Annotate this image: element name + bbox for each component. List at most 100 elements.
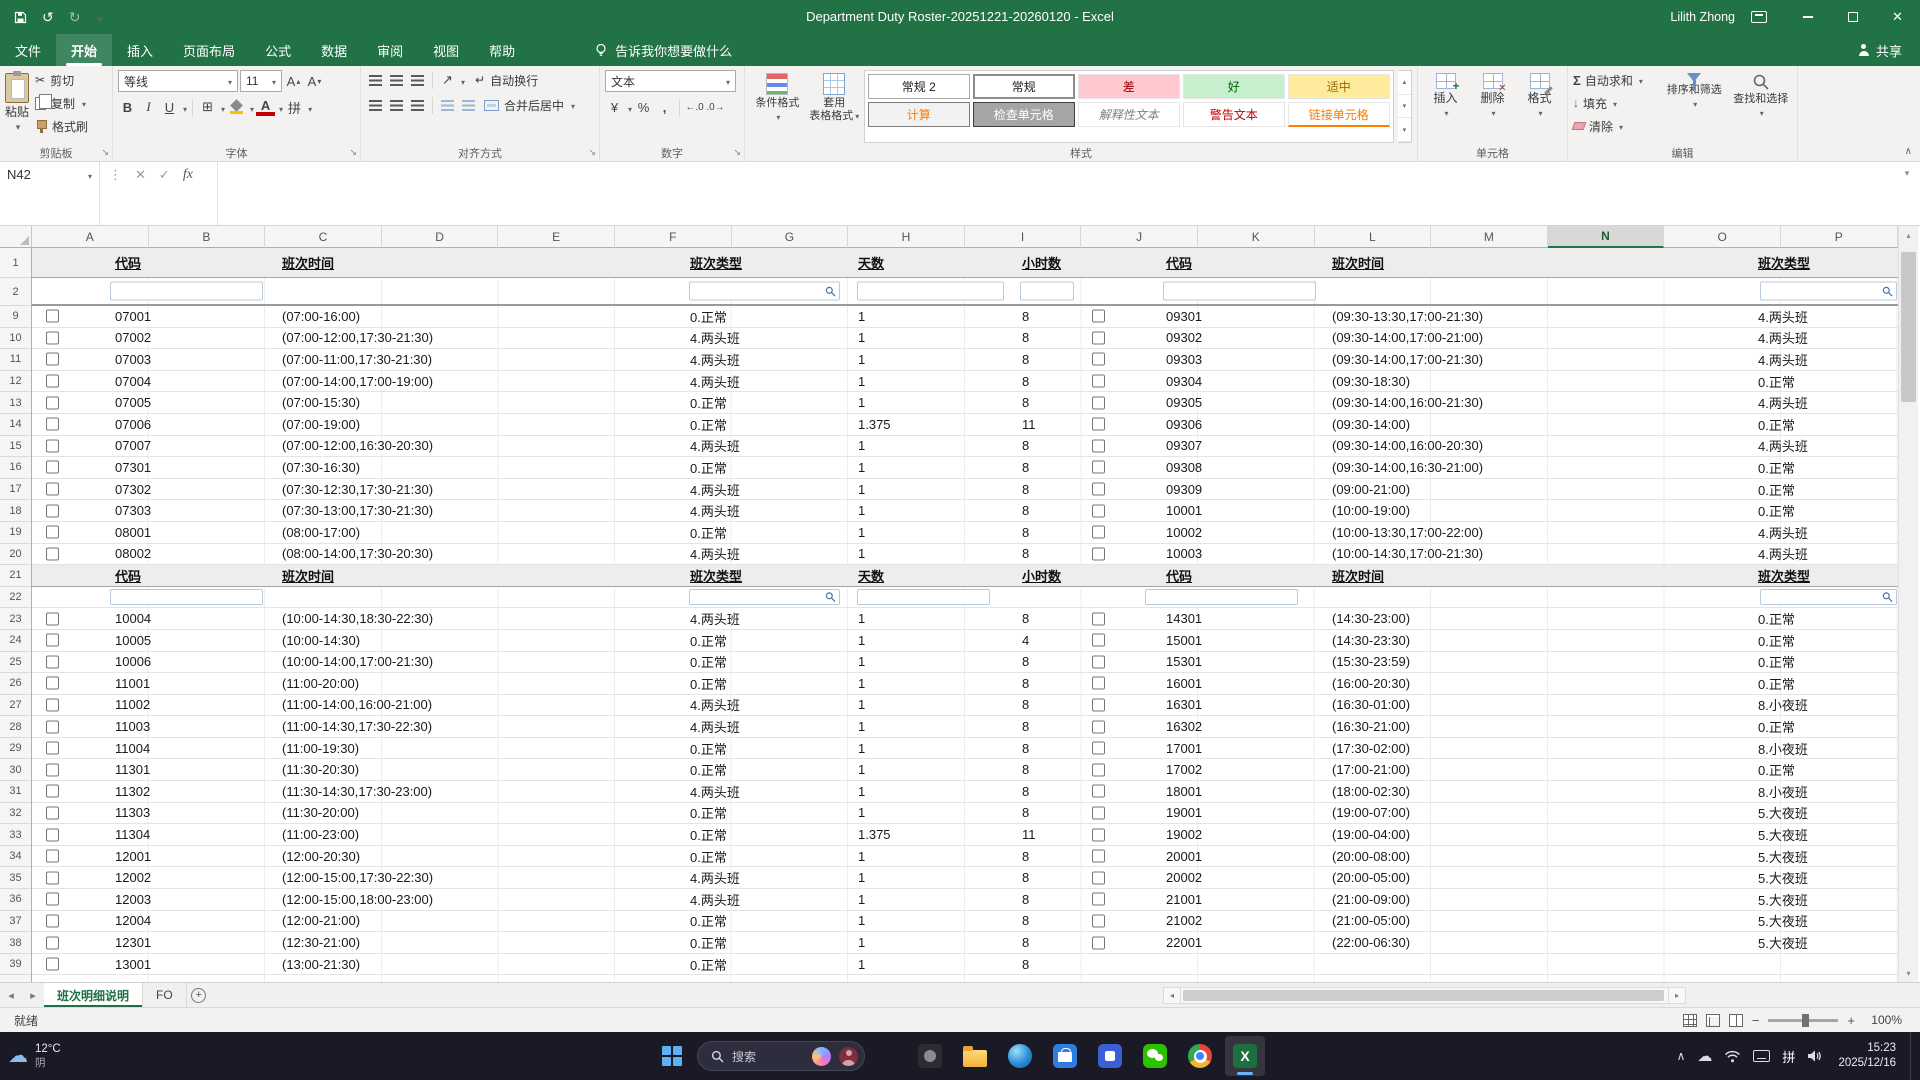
shift-code[interactable]: 19001: [1166, 803, 1202, 824]
shift-code[interactable]: 11004: [115, 738, 150, 759]
column-title[interactable]: 班次时间: [282, 565, 334, 586]
row-header-28[interactable]: 28: [0, 716, 31, 738]
shift-time[interactable]: (18:00-02:30): [1332, 781, 1410, 802]
shift-time[interactable]: (09:30-14:00,16:00-21:30): [1332, 392, 1483, 413]
avatar-icon[interactable]: [839, 1047, 858, 1066]
percent-style-button[interactable]: %: [634, 97, 653, 117]
shift-time[interactable]: (07:00-11:00,17:30-21:30): [282, 349, 432, 370]
hours[interactable]: 8: [1022, 436, 1029, 457]
days[interactable]: 1: [858, 522, 865, 543]
format-as-table-button[interactable]: 套用 表格格式: [809, 70, 860, 143]
cell-style-适中[interactable]: 适中: [1288, 74, 1390, 99]
shift-type[interactable]: 5.大夜班: [1758, 803, 1808, 824]
row-header-29[interactable]: 29: [0, 738, 31, 760]
shift-time[interactable]: (14:30-23:30): [1332, 630, 1410, 651]
scroll-right-icon[interactable]: ▸: [1668, 987, 1686, 1004]
shift-time[interactable]: (12:00-20:30): [282, 846, 360, 867]
shift-code[interactable]: 11301: [115, 759, 150, 780]
row-header-13[interactable]: 13: [0, 392, 31, 414]
shift-time[interactable]: (09:30-14:00,17:00-21:30): [1332, 349, 1483, 370]
redo-icon[interactable]: ↻: [69, 10, 81, 24]
row-checkbox[interactable]: [46, 504, 59, 517]
days[interactable]: 1: [858, 630, 865, 651]
clock[interactable]: 15:23 2025/12/16: [1834, 1041, 1896, 1071]
row-checkbox[interactable]: [1092, 698, 1105, 711]
shift-code[interactable]: 09309: [1166, 479, 1202, 500]
wrap-text-button[interactable]: ↵自动换行: [473, 70, 540, 90]
shift-code[interactable]: 09307: [1166, 436, 1202, 457]
row-checkbox[interactable]: [46, 612, 59, 625]
shift-type[interactable]: 4.两头班: [690, 608, 740, 629]
shift-time[interactable]: (10:00-14:30,17:00-21:30): [1332, 544, 1483, 565]
column-title[interactable]: 班次类型: [690, 248, 742, 277]
filter-input[interactable]: [857, 589, 990, 605]
hours[interactable]: 8: [1022, 889, 1029, 910]
shift-type[interactable]: 0.正常: [690, 673, 727, 694]
shift-time[interactable]: (11:00-19:30): [282, 738, 359, 759]
borders-button[interactable]: ⊞: [198, 97, 217, 117]
days[interactable]: 1: [858, 328, 865, 349]
shift-type[interactable]: 0.正常: [690, 954, 727, 975]
shift-time[interactable]: (11:00-23:00): [282, 824, 359, 845]
font-name-select[interactable]: 等线: [118, 70, 238, 92]
shift-type[interactable]: 4.两头班: [1758, 349, 1808, 370]
touch-keyboard-icon[interactable]: [1753, 1050, 1770, 1062]
hours[interactable]: 8: [1022, 457, 1029, 478]
row-header-14[interactable]: 14: [0, 414, 31, 436]
shift-type[interactable]: 8.小夜班: [1758, 781, 1808, 802]
row-header-23[interactable]: 23: [0, 608, 31, 630]
shift-code[interactable]: 11002: [115, 695, 150, 716]
row-checkbox[interactable]: [46, 483, 59, 496]
shift-time[interactable]: (14:30-23:00): [1332, 608, 1410, 629]
shift-code[interactable]: 07002: [115, 328, 151, 349]
sheet-tab-FO[interactable]: FO: [143, 983, 187, 1007]
tab-视图[interactable]: 视图: [418, 34, 474, 66]
shift-code[interactable]: 14301: [1166, 608, 1202, 629]
new-sheet-button[interactable]: +: [187, 983, 211, 1007]
row-checkbox[interactable]: [1092, 871, 1105, 884]
shift-code[interactable]: 19002: [1166, 824, 1202, 845]
row-checkbox[interactable]: [1092, 612, 1105, 625]
row-header-1[interactable]: 1: [0, 248, 31, 278]
row-header-2[interactable]: 2: [0, 278, 31, 306]
scroll-left-icon[interactable]: ◂: [1163, 987, 1181, 1004]
hours[interactable]: 8: [1022, 349, 1029, 370]
shift-type[interactable]: 0.正常: [1758, 457, 1795, 478]
shift-code[interactable]: 09304: [1166, 371, 1202, 392]
insert-cells-button[interactable]: 插入: [1423, 70, 1468, 143]
days[interactable]: 1: [858, 781, 865, 802]
shift-time[interactable]: (21:00-05:00): [1332, 911, 1410, 932]
increase-font-button[interactable]: A▴: [284, 71, 303, 91]
row-checkbox[interactable]: [1092, 483, 1105, 496]
column-header-J[interactable]: J: [1081, 226, 1198, 248]
row-checkbox[interactable]: [46, 418, 59, 431]
shift-code[interactable]: 12003: [115, 889, 151, 910]
shift-time[interactable]: (17:00-21:00): [1332, 759, 1410, 780]
row-checkbox[interactable]: [1092, 634, 1105, 647]
cell-style-常规 2[interactable]: 常规 2: [868, 74, 970, 99]
shift-type[interactable]: 0.正常: [690, 392, 727, 413]
shift-code[interactable]: 11001: [115, 673, 150, 694]
hours[interactable]: 8: [1022, 716, 1029, 737]
shift-type[interactable]: 4.两头班: [690, 867, 740, 888]
shift-code[interactable]: 11303: [115, 803, 150, 824]
days[interactable]: 1: [858, 803, 865, 824]
row-checkbox[interactable]: [1092, 547, 1105, 560]
row-checkbox[interactable]: [46, 634, 59, 647]
shift-time[interactable]: (11:00-20:00): [282, 673, 359, 694]
row-checkbox[interactable]: [1092, 353, 1105, 366]
row-checkbox[interactable]: [1092, 763, 1105, 776]
zoom-slider-thumb[interactable]: [1802, 1014, 1809, 1027]
shift-code[interactable]: 16001: [1166, 673, 1202, 694]
shift-code[interactable]: 10003: [1166, 544, 1202, 565]
row-checkbox[interactable]: [46, 439, 59, 452]
row-header-10[interactable]: 10: [0, 328, 31, 350]
row-header-25[interactable]: 25: [0, 652, 31, 674]
column-title[interactable]: 天数: [858, 565, 884, 586]
row-header-19[interactable]: 19: [0, 522, 31, 544]
name-box[interactable]: N42: [0, 162, 100, 225]
column-header-P[interactable]: P: [1781, 226, 1898, 248]
shift-code[interactable]: 07003: [115, 349, 151, 370]
shift-time[interactable]: (07:00-14:00,17:00-19:00): [282, 371, 433, 392]
row-checkbox[interactable]: [1092, 828, 1105, 841]
